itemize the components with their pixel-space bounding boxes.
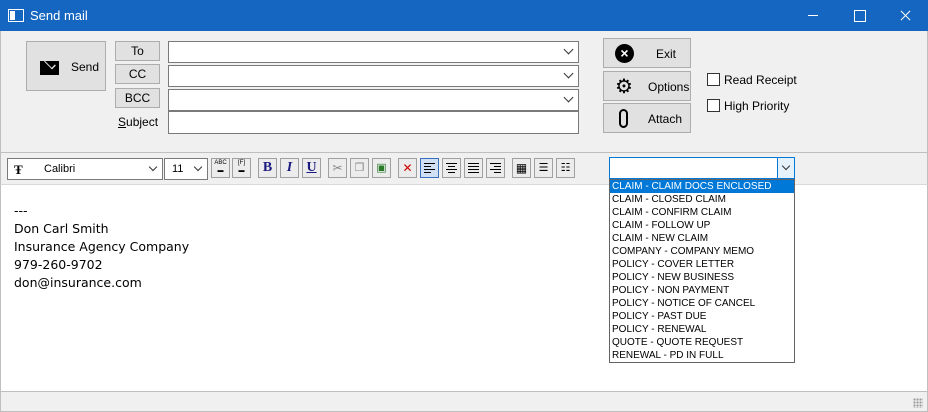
template-dropdown-list: CLAIM - CLAIM DOCS ENCLOSED CLAIM - CLOSE…	[609, 179, 795, 363]
template-option[interactable]: CLAIM - CLAIM DOCS ENCLOSED	[610, 180, 794, 193]
options-label: Options	[648, 80, 690, 94]
read-receipt-label[interactable]: Read Receipt	[724, 73, 797, 87]
template-option[interactable]: POLICY - RENEWAL	[610, 323, 794, 336]
cc-button[interactable]: CC	[115, 64, 160, 84]
title-bar: Send mail	[0, 0, 928, 31]
paste-icon[interactable]: ▣	[372, 158, 391, 178]
attach-label: Attach	[648, 112, 683, 126]
options-button[interactable]: ⚙ Options	[603, 71, 691, 101]
subject-field[interactable]	[168, 111, 579, 134]
signature-line: ---	[14, 203, 28, 218]
template-option[interactable]: CLAIM - CLOSED CLAIM	[610, 193, 794, 206]
mail-header-panel: Send To CC BCC Subject × Exit ⚙ Options …	[0, 31, 928, 152]
template-option[interactable]: POLICY - NON PAYMENT	[610, 284, 794, 297]
align-right-icon[interactable]	[486, 158, 505, 178]
font-size-value: 11	[172, 163, 184, 175]
close-button[interactable]	[882, 0, 928, 31]
align-center-icon[interactable]	[442, 158, 461, 178]
signature-line: don@insurance.com	[14, 275, 142, 290]
template-option[interactable]: POLICY - COVER LETTER	[610, 258, 794, 271]
spellcheck-icon[interactable]: ABC ▬	[211, 158, 230, 178]
template-option[interactable]: CLAIM - NEW CLAIM	[610, 232, 794, 245]
bcc-button[interactable]: BCC	[115, 88, 160, 108]
template-option[interactable]: POLICY - PAST DUE	[610, 310, 794, 323]
justify-icon[interactable]	[464, 158, 483, 178]
template-option[interactable]: RENEWAL - PD IN FULL	[610, 349, 794, 362]
high-priority-label[interactable]: High Priority	[724, 99, 789, 113]
cut-icon[interactable]: ✂	[328, 158, 347, 178]
cc-field[interactable]	[168, 65, 579, 87]
align-left-icon[interactable]	[420, 158, 439, 178]
status-bar	[0, 392, 928, 412]
to-button[interactable]: To	[115, 41, 160, 61]
app-window-icon	[8, 9, 24, 22]
signature-line: Insurance Agency Company	[14, 239, 190, 254]
template-select[interactable]	[609, 157, 795, 179]
paperclip-icon	[619, 109, 628, 128]
chevron-down-icon[interactable]	[148, 162, 158, 172]
send-label: Send	[71, 60, 100, 74]
font-family-value: Calibri	[44, 163, 76, 175]
clear-format-icon[interactable]: ✕	[398, 158, 417, 178]
window-title: Send mail	[30, 8, 88, 23]
template-option[interactable]: CLAIM - FOLLOW UP	[610, 219, 794, 232]
close-circle-icon: ×	[615, 44, 634, 63]
high-priority-checkbox[interactable]	[707, 99, 720, 112]
copy-icon[interactable]: ❐	[350, 158, 369, 178]
signature-line: 979-260-9702	[14, 257, 103, 272]
font-icon: Ŧ	[14, 162, 23, 177]
template-option[interactable]: POLICY - NOTICE OF CANCEL	[610, 297, 794, 310]
font-family-select[interactable]: Ŧ Calibri	[7, 158, 163, 180]
send-button[interactable]: Send	[26, 41, 106, 91]
bullet-list-icon[interactable]: ☰	[534, 158, 553, 178]
chevron-down-icon[interactable]	[563, 92, 574, 103]
envelope-icon	[40, 61, 59, 75]
gear-icon: ⚙	[615, 76, 633, 98]
chevron-down-icon[interactable]	[563, 68, 574, 79]
signature-line: Don Carl Smith	[14, 221, 109, 236]
chevron-down-icon[interactable]	[193, 162, 203, 172]
numbered-list-icon[interactable]: ☷	[556, 158, 575, 178]
read-receipt-checkbox[interactable]	[707, 73, 720, 86]
chevron-down-icon[interactable]	[777, 158, 794, 178]
chevron-down-icon[interactable]	[563, 44, 574, 55]
font-size-select[interactable]: 11	[164, 158, 208, 180]
to-field[interactable]	[168, 41, 579, 63]
subject-label: Subject	[118, 115, 159, 129]
minimize-button[interactable]	[790, 0, 836, 31]
template-option[interactable]: CLAIM - CONFIRM CLAIM	[610, 206, 794, 219]
underline-button[interactable]: U	[302, 158, 321, 178]
maximize-button[interactable]	[836, 0, 882, 31]
resize-grip-icon[interactable]	[913, 398, 923, 408]
bold-button[interactable]: B	[258, 158, 277, 178]
insert-field-icon[interactable]: [F] ▬	[232, 158, 251, 178]
template-option[interactable]: POLICY - NEW BUSINESS	[610, 271, 794, 284]
bcc-field[interactable]	[168, 89, 579, 111]
italic-button[interactable]: I	[280, 158, 299, 178]
table-icon[interactable]: ▦	[512, 158, 531, 178]
exit-button[interactable]: × Exit	[603, 38, 691, 68]
template-option[interactable]: QUOTE - QUOTE REQUEST	[610, 336, 794, 349]
template-option[interactable]: COMPANY - COMPANY MEMO	[610, 245, 794, 258]
exit-label: Exit	[656, 47, 677, 61]
attach-button[interactable]: Attach	[603, 103, 691, 133]
